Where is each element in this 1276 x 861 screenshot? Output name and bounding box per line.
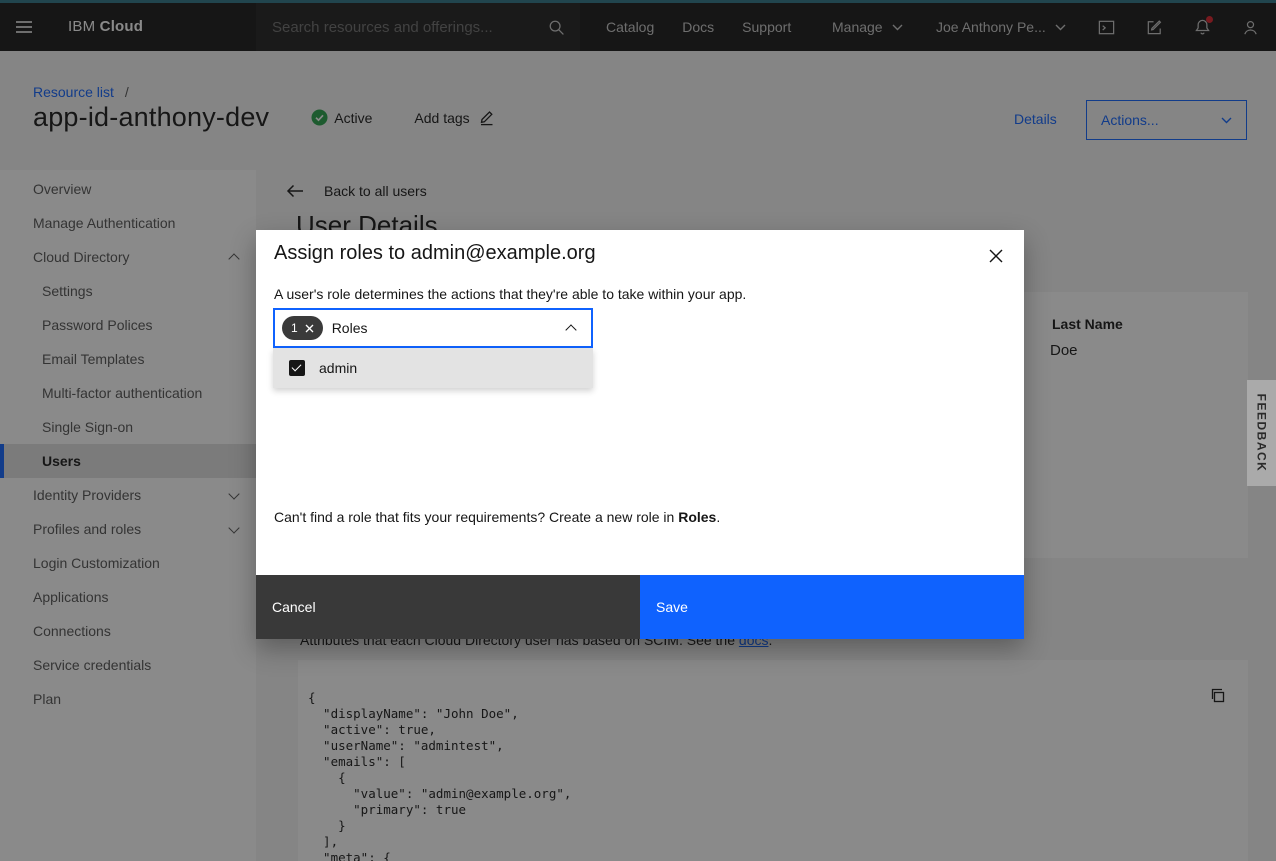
selected-count-tag: 1 xyxy=(282,316,323,340)
modal-title: Assign roles to admin@example.org xyxy=(274,242,596,265)
clear-selection-icon[interactable] xyxy=(305,324,314,333)
modal-close-button[interactable] xyxy=(980,240,1012,272)
modal-footer: Cancel Save xyxy=(256,575,1024,639)
app-window: IBM Cloud CatalogDocsSupport Manage Joe … xyxy=(0,0,1276,861)
role-option-admin[interactable]: admin xyxy=(273,348,593,388)
roles-multiselect[interactable]: 1 Roles xyxy=(273,308,593,348)
chevron-up-icon xyxy=(565,324,576,335)
assign-roles-modal: Assign roles to admin@example.org A user… xyxy=(256,230,1024,639)
feedback-tab[interactable]: FEEDBACK xyxy=(1247,380,1276,486)
cancel-button[interactable]: Cancel xyxy=(256,575,640,639)
roles-dropdown-menu: admin xyxy=(273,348,593,388)
modal-description: A user's role determines the actions tha… xyxy=(274,286,746,302)
close-icon xyxy=(989,249,1003,263)
feedback-label: FEEDBACK xyxy=(1255,394,1269,473)
save-button[interactable]: Save xyxy=(640,575,1024,639)
checkbox-checked-icon[interactable] xyxy=(289,360,305,376)
multiselect-label: Roles xyxy=(332,320,368,336)
roles-bold-text: Roles xyxy=(678,509,716,525)
modal-help-text: Can't find a role that fits your require… xyxy=(274,509,720,525)
